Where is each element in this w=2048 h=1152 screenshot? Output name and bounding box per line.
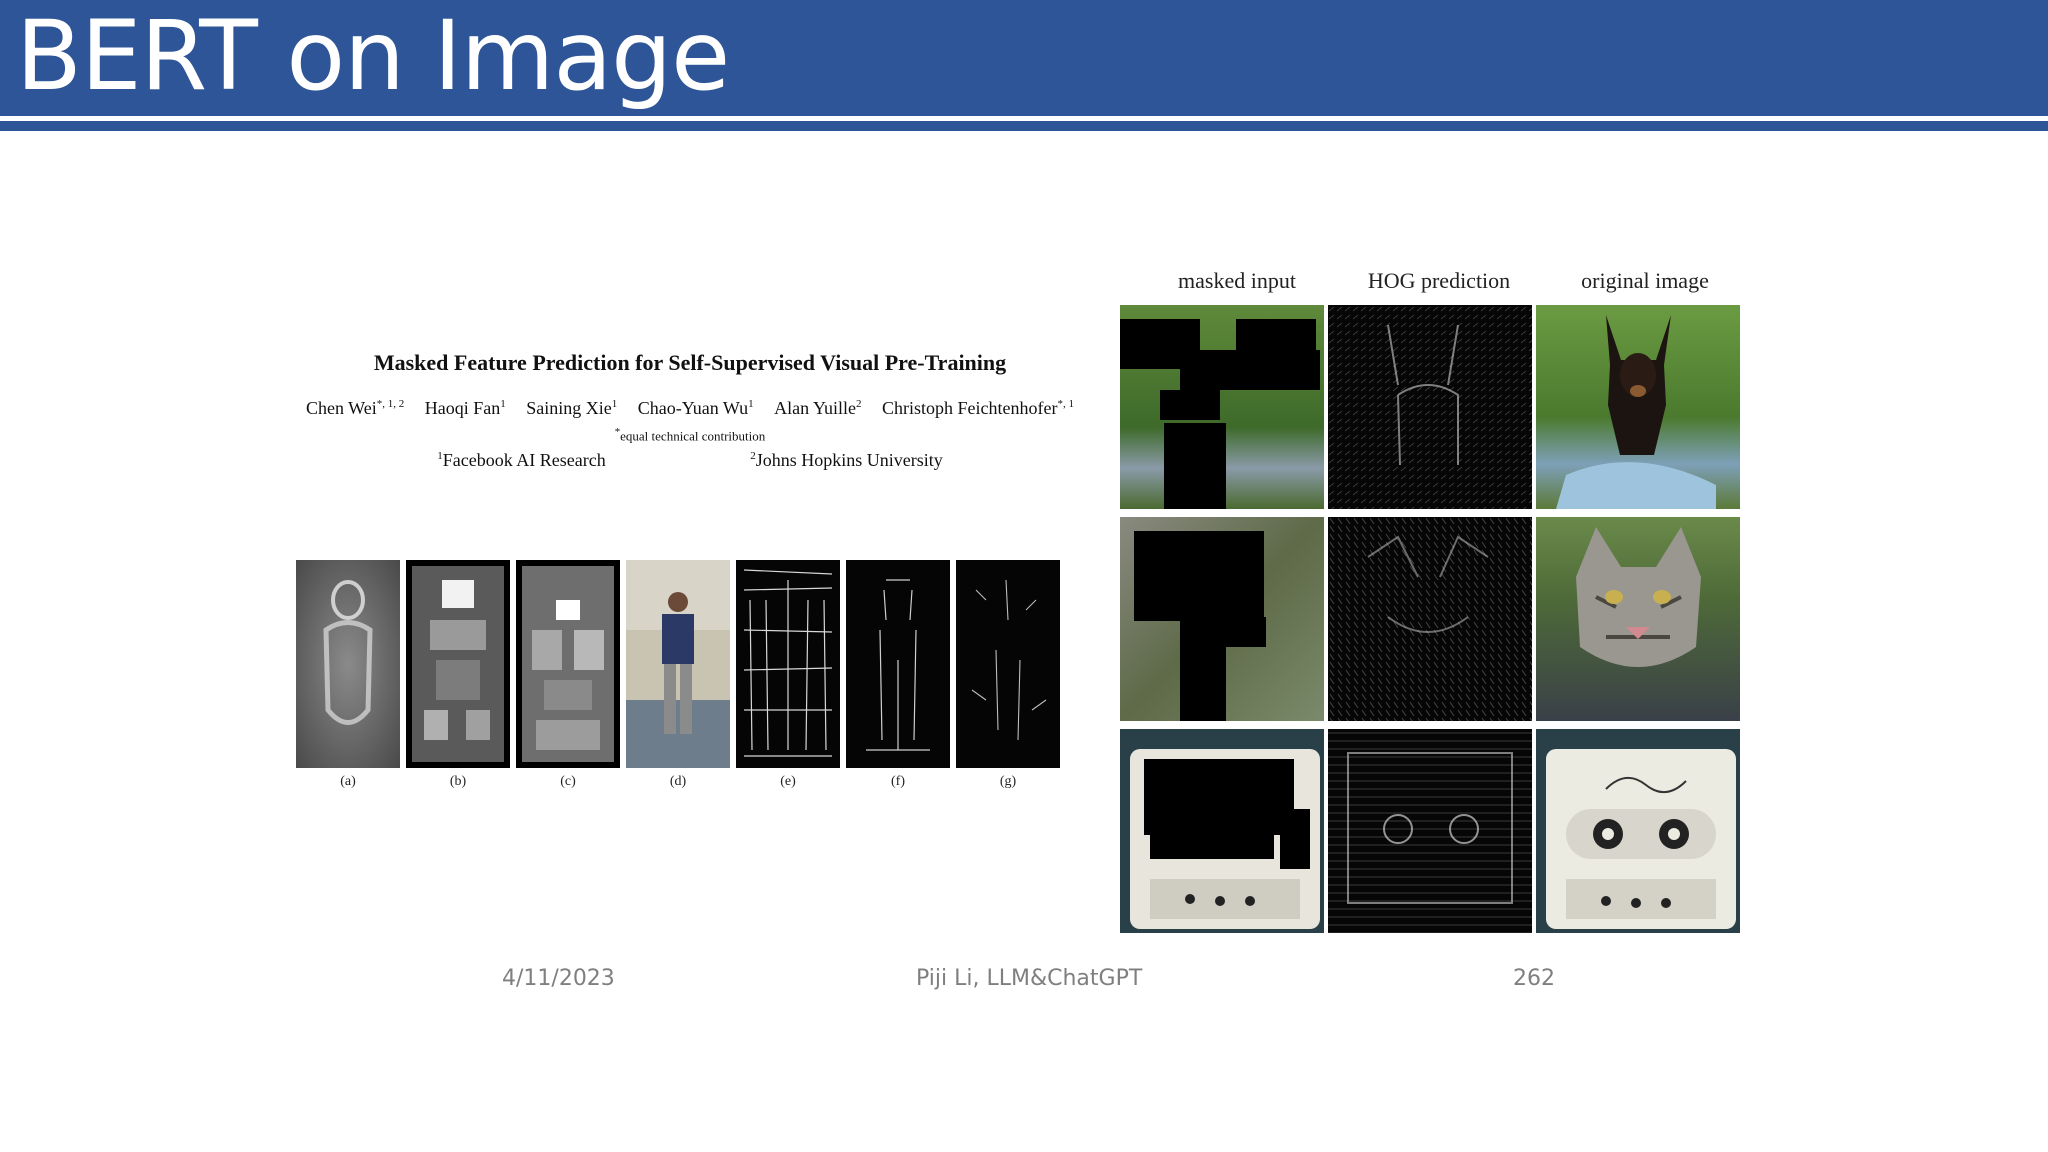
figure-label-d: (d) <box>669 774 687 789</box>
figure-label-f: (f) <box>891 774 905 789</box>
average-gradient-image <box>296 560 400 768</box>
author: Chen Wei*, 1, 2 <box>306 398 405 418</box>
hog-prediction-cassette <box>1328 729 1532 933</box>
hog-visualization-e <box>736 560 840 768</box>
author: Saining Xie1 <box>526 398 618 418</box>
author: Chao-Yuan Wu1 <box>637 398 754 418</box>
paper-affiliations: 1Facebook AI Research 2Johns Hopkins Uni… <box>290 450 1090 471</box>
figure-label-c: (c) <box>560 774 576 789</box>
affiliation: 2Johns Hopkins University <box>750 450 943 470</box>
footer-date: 4/11/2023 <box>502 966 615 991</box>
hog-prediction-cat <box>1328 517 1532 721</box>
figure-label-g: (g) <box>999 774 1017 789</box>
mask-block <box>1144 759 1294 835</box>
masked-input-dog <box>1120 305 1324 509</box>
person-photo <box>626 560 730 768</box>
masked-input-cat <box>1120 517 1324 721</box>
mask-block <box>1164 423 1226 509</box>
pixel-blocks-image-b <box>406 560 510 768</box>
title-rule <box>0 121 2048 131</box>
mask-block <box>1236 319 1316 355</box>
hog-pattern-cassette <box>1328 729 1532 933</box>
dog-photo <box>1556 315 1716 509</box>
footer-author: Piji Li, LLM&ChatGPT <box>916 966 1143 991</box>
slide-title: BERT on Image <box>16 0 730 112</box>
hog-visualization-f <box>846 560 950 768</box>
affiliation: 1Facebook AI Research <box>437 450 606 470</box>
figure-panel-d-person-photo <box>626 560 730 768</box>
hog-pattern-dog <box>1328 305 1532 509</box>
hog-visualization-g <box>956 560 1060 768</box>
mask-block <box>1280 809 1310 869</box>
mask-block <box>1180 350 1320 390</box>
cat-photo <box>1576 527 1701 667</box>
author: Christoph Feichtenhofer*, 1 <box>882 398 1074 418</box>
original-image-cat <box>1536 517 1740 721</box>
mask-block <box>1134 531 1264 621</box>
masked-input-cassette <box>1120 729 1324 933</box>
figure-panel-f-hog-positive <box>846 560 950 768</box>
pixel-blocks-image-c <box>516 560 620 768</box>
figure-panel-e-hog <box>736 560 840 768</box>
figure-panel-g-hog-negative <box>956 560 1060 768</box>
original-image-dog <box>1536 305 1740 509</box>
figure-panel-c-pixel-blocks <box>516 560 620 768</box>
column-header-masked-input: masked input <box>1178 268 1296 293</box>
column-header-hog-prediction: HOG prediction <box>1367 268 1511 293</box>
original-image-cassette <box>1536 729 1740 933</box>
mask-block <box>1180 647 1226 721</box>
figure-label-a: (a) <box>340 774 356 789</box>
hog-prediction-dog <box>1328 305 1532 509</box>
figure-label-b: (b) <box>449 774 467 789</box>
footer-page-number: 262 <box>1513 966 1555 991</box>
column-header-original-image: original image <box>1581 268 1709 293</box>
mask-block <box>1180 617 1266 647</box>
mask-block <box>1160 390 1220 420</box>
paper-title: Masked Feature Prediction for Self-Super… <box>373 350 1007 375</box>
author: Haoqi Fan1 <box>424 398 506 418</box>
paper-authors: Chen Wei*, 1, 2 Haoqi Fan1 Saining Xie1 … <box>290 398 1090 419</box>
mask-block <box>1150 829 1274 859</box>
author: Alan Yuille2 <box>774 398 862 418</box>
figure-panel-a-average-gradient <box>296 560 400 768</box>
cassette-photo <box>1546 749 1736 929</box>
equal-contribution-note: *equal technical contribution <box>614 426 766 444</box>
figure-label-e: (e) <box>780 774 796 789</box>
figure-panel-b-pixel-blocks <box>406 560 510 768</box>
hog-pattern-cat <box>1328 517 1532 721</box>
